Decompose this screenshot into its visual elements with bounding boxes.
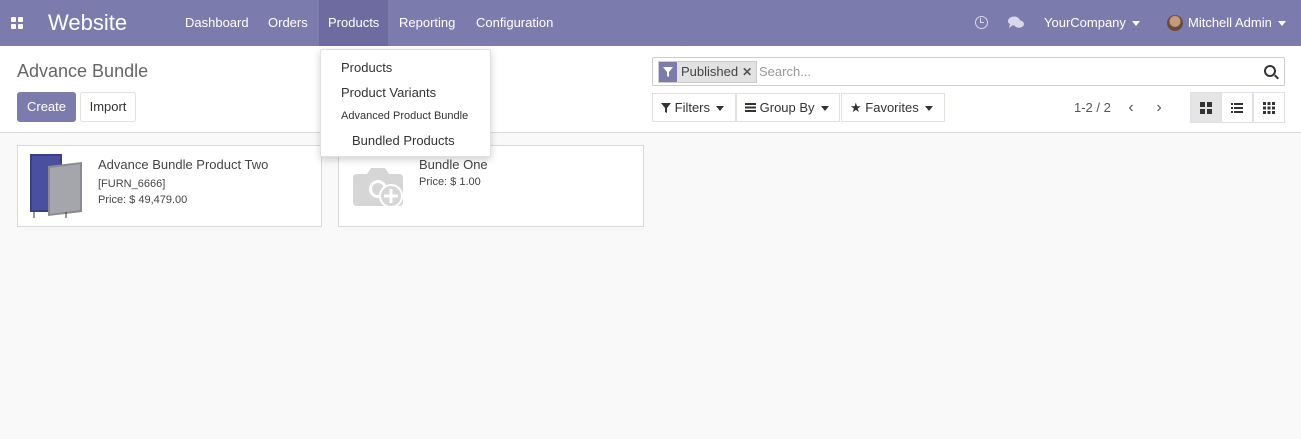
dropdown-section-advanced-product-bundle: Advanced Product Bundle <box>341 110 469 122</box>
create-button[interactable]: Create <box>17 92 76 122</box>
chevron-down-icon <box>716 106 725 112</box>
search-icon[interactable] <box>1264 65 1276 77</box>
control-panel: Advance Bundle Create Import Published ✕… <box>0 46 1301 133</box>
user-avatar[interactable] <box>1167 15 1183 31</box>
product-image <box>30 154 82 218</box>
product-reference: [FURN_6666] <box>98 178 166 190</box>
apps-menu-icon[interactable] <box>11 17 23 29</box>
activity-clock-icon[interactable] <box>975 16 988 29</box>
camera-placeholder-icon <box>353 168 403 208</box>
user-name: Mitchell Admin <box>1188 15 1272 30</box>
chevron-left-icon[interactable]: ‹ <box>1121 93 1141 122</box>
star-icon: ★ <box>850 100 862 115</box>
chevron-down-icon <box>924 106 933 112</box>
chat-icon[interactable] <box>1008 16 1024 29</box>
menu-dashboard[interactable]: Dashboard <box>176 0 258 46</box>
page-title: Advance Bundle <box>17 61 149 81</box>
list-icon <box>745 103 756 112</box>
chevron-down-icon <box>820 106 829 112</box>
dropdown-item-products[interactable]: Products <box>341 60 392 75</box>
dropdown-item-product-variants[interactable]: Product Variants <box>341 85 436 100</box>
search-facet: Published ✕ <box>658 61 758 83</box>
company-switcher[interactable]: YourCompany <box>1044 0 1140 46</box>
filters-label: Filters <box>674 100 711 115</box>
top-navbar: Website Dashboard Orders Products Report… <box>0 0 1301 46</box>
groupby-label: Group By <box>759 100 815 115</box>
list-icon <box>1231 102 1243 113</box>
grid-view-button[interactable] <box>1253 92 1285 123</box>
product-name: Advance Bundle Product Two <box>98 157 269 172</box>
product-price: Price: $ 49,479.00 <box>98 194 188 206</box>
chevron-down-icon <box>1277 21 1286 27</box>
favorites-label: Favorites <box>865 100 919 115</box>
filter-icon <box>659 62 677 82</box>
import-button[interactable]: Import <box>80 92 136 122</box>
chevron-down-icon <box>1131 21 1140 27</box>
facet-label: Published <box>681 64 739 79</box>
menu-products[interactable]: Products <box>319 0 389 46</box>
product-name: Bundle One <box>419 157 488 172</box>
user-menu[interactable]: Mitchell Admin <box>1188 0 1286 46</box>
favorites-button[interactable]: ★ Favorites <box>841 93 945 122</box>
product-card[interactable]: Advance Bundle Product Two [FURN_6666] P… <box>17 145 322 227</box>
close-icon[interactable]: ✕ <box>742 62 756 82</box>
pager-value[interactable]: 1-2 / 2 <box>1074 93 1111 122</box>
search-bar[interactable]: Published ✕ Search... <box>652 57 1285 86</box>
menu-reporting[interactable]: Reporting <box>390 0 464 46</box>
search-input[interactable]: Search... <box>759 58 811 85</box>
product-card[interactable]: Bundle One Price: $ 1.00 <box>338 145 644 227</box>
kanban-view-button[interactable] <box>1190 92 1222 123</box>
chevron-right-icon[interactable]: › <box>1149 93 1169 122</box>
menu-orders[interactable]: Orders <box>259 0 317 46</box>
app-brand[interactable]: Website <box>48 10 127 36</box>
groupby-button[interactable]: Group By <box>736 93 840 122</box>
filter-icon <box>661 103 671 113</box>
company-name: YourCompany <box>1044 15 1126 30</box>
list-view-button[interactable] <box>1221 92 1253 123</box>
menu-configuration[interactable]: Configuration <box>467 0 562 46</box>
product-price: Price: $ 1.00 <box>419 176 481 188</box>
dropdown-item-bundled-products[interactable]: Bundled Products <box>352 133 455 148</box>
products-dropdown-menu: Products Product Variants Advanced Produ… <box>320 49 491 157</box>
kanban-icon <box>1200 101 1212 114</box>
grid-icon <box>1263 101 1275 114</box>
filters-button[interactable]: Filters <box>652 93 736 122</box>
